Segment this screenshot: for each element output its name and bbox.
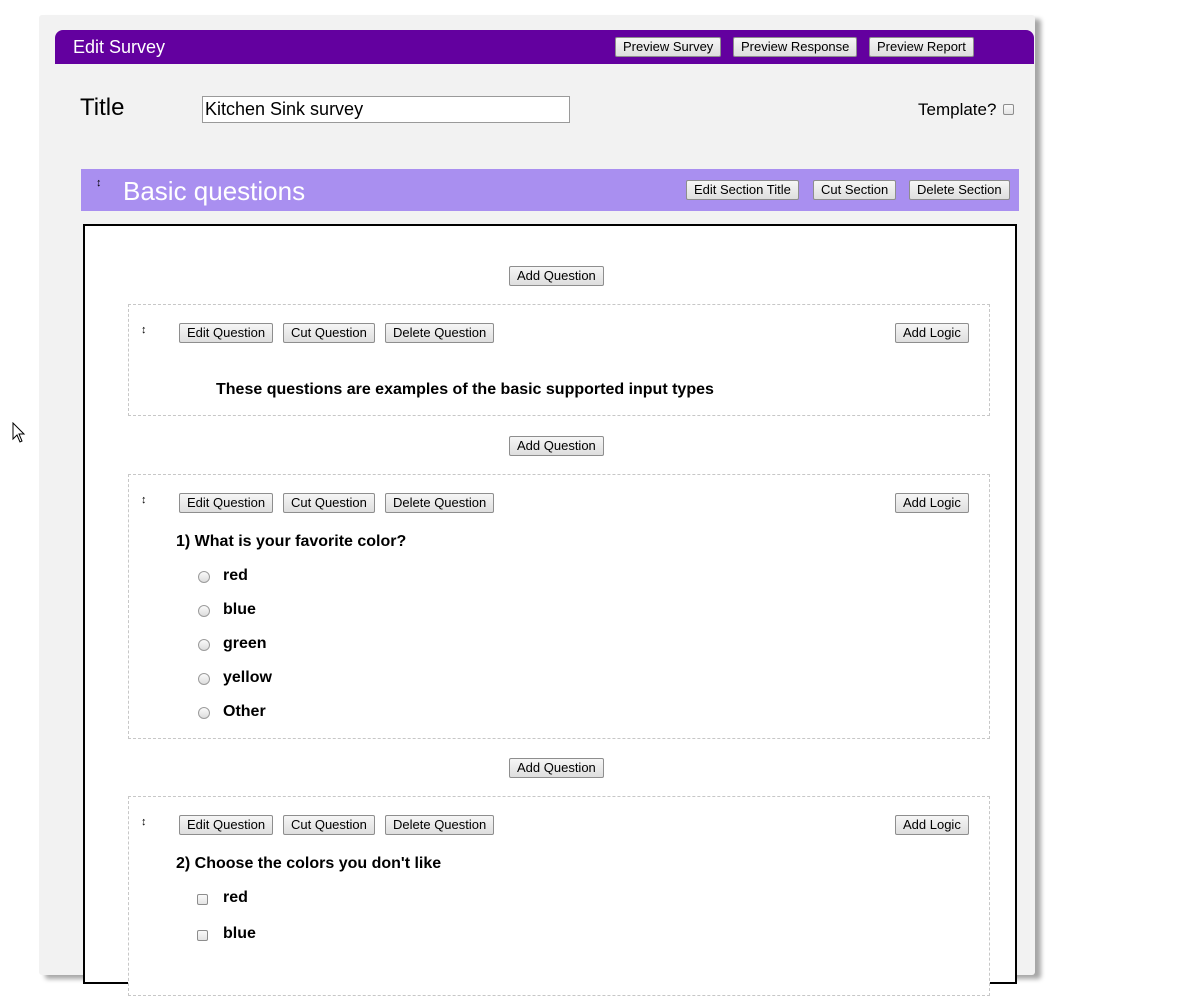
add-question-button[interactable]: Add Question (509, 758, 604, 778)
add-logic-button[interactable]: Add Logic (895, 815, 969, 835)
template-checkbox[interactable] (1003, 104, 1014, 115)
option-label: blue (223, 925, 256, 942)
edit-question-button[interactable]: Edit Question (179, 815, 274, 835)
edit-question-button[interactable]: Edit Question (179, 493, 274, 513)
add-question-button[interactable]: Add Question (509, 436, 604, 456)
survey-title-input[interactable] (202, 96, 570, 123)
preview-report-button[interactable]: Preview Report (869, 37, 974, 57)
option-label: red (223, 567, 248, 584)
preview-survey-button[interactable]: Preview Survey (615, 37, 722, 57)
option-label: red (223, 889, 248, 906)
radio-button[interactable] (198, 707, 210, 719)
title-label: Title (80, 94, 125, 121)
radio-button[interactable] (198, 639, 210, 651)
question-text: These questions are examples of the basi… (216, 381, 714, 398)
delete-section-button[interactable]: Delete Section (909, 180, 1010, 200)
question-block: ↕ Edit Question Cut Question Delete Ques… (128, 474, 990, 739)
question-drag-handle-icon[interactable]: ↕ (141, 495, 147, 506)
template-label: Template? (918, 100, 997, 119)
question-text: 1) What is your favorite color? (176, 533, 407, 550)
option-checkbox[interactable] (197, 894, 208, 905)
cut-question-button[interactable]: Cut Question (283, 323, 375, 343)
section-content: Add Question ↕ Edit Question Cut Questio… (83, 224, 1017, 996)
add-question-button[interactable]: Add Question (509, 266, 604, 286)
option-label: Other (223, 703, 266, 720)
preview-response-button[interactable]: Preview Response (733, 37, 858, 57)
question-drag-handle-icon[interactable]: ↕ (141, 325, 147, 336)
delete-question-button[interactable]: Delete Question (385, 493, 495, 513)
question-text: 2) Choose the colors you don't like (176, 855, 442, 872)
mouse-cursor-icon (12, 422, 26, 443)
delete-question-button[interactable]: Delete Question (385, 815, 495, 835)
radio-button[interactable] (198, 673, 210, 685)
delete-question-button[interactable]: Delete Question (385, 323, 495, 343)
section-title: Basic questions (123, 176, 306, 206)
cut-question-button[interactable]: Cut Question (283, 815, 375, 835)
add-logic-button[interactable]: Add Logic (895, 323, 969, 343)
option-label: yellow (223, 669, 272, 686)
question-block: ↕ Edit Question Cut Question Delete Ques… (128, 796, 990, 996)
edit-section-title-button[interactable]: Edit Section Title (686, 180, 799, 200)
section-drag-handle-icon[interactable]: ↕ (96, 178, 102, 189)
question-drag-handle-icon[interactable]: ↕ (141, 817, 147, 828)
option-label: green (223, 635, 267, 652)
edit-question-button[interactable]: Edit Question (179, 323, 274, 343)
add-logic-button[interactable]: Add Logic (895, 493, 969, 513)
radio-button[interactable] (198, 571, 210, 583)
option-label: blue (223, 601, 256, 618)
page-title: Edit Survey (73, 37, 166, 57)
cut-question-button[interactable]: Cut Question (283, 493, 375, 513)
cut-section-button[interactable]: Cut Section (813, 180, 897, 200)
question-block: ↕ Edit Question Cut Question Delete Ques… (128, 304, 990, 416)
option-checkbox[interactable] (197, 930, 208, 941)
radio-button[interactable] (198, 605, 210, 617)
